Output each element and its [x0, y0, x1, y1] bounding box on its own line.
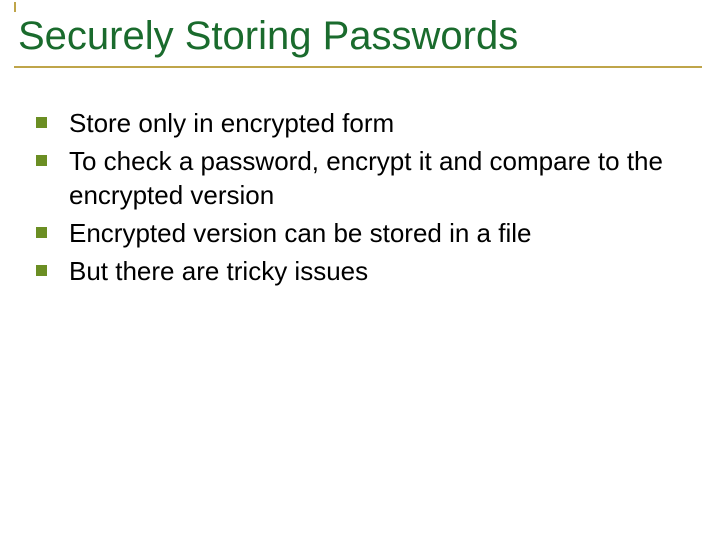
body-content: Store only in encrypted form To check a … — [36, 106, 680, 292]
title-rule-tick — [14, 2, 16, 12]
slide: Securely Storing Passwords Store only in… — [0, 0, 720, 540]
list-item: But there are tricky issues — [36, 254, 680, 288]
bullet-text: But there are tricky issues — [69, 254, 368, 288]
bullet-text: Store only in encrypted form — [69, 106, 394, 140]
list-item: Encrypted version can be stored in a fil… — [36, 216, 680, 250]
title-rule — [14, 66, 702, 68]
square-bullet-icon — [36, 117, 47, 128]
square-bullet-icon — [36, 155, 47, 166]
square-bullet-icon — [36, 227, 47, 238]
bullet-text: Encrypted version can be stored in a fil… — [69, 216, 531, 250]
title-block: Securely Storing Passwords — [14, 12, 702, 68]
slide-title: Securely Storing Passwords — [14, 12, 702, 66]
bullet-text: To check a password, encrypt it and comp… — [69, 144, 680, 212]
list-item: To check a password, encrypt it and comp… — [36, 144, 680, 212]
list-item: Store only in encrypted form — [36, 106, 680, 140]
square-bullet-icon — [36, 265, 47, 276]
